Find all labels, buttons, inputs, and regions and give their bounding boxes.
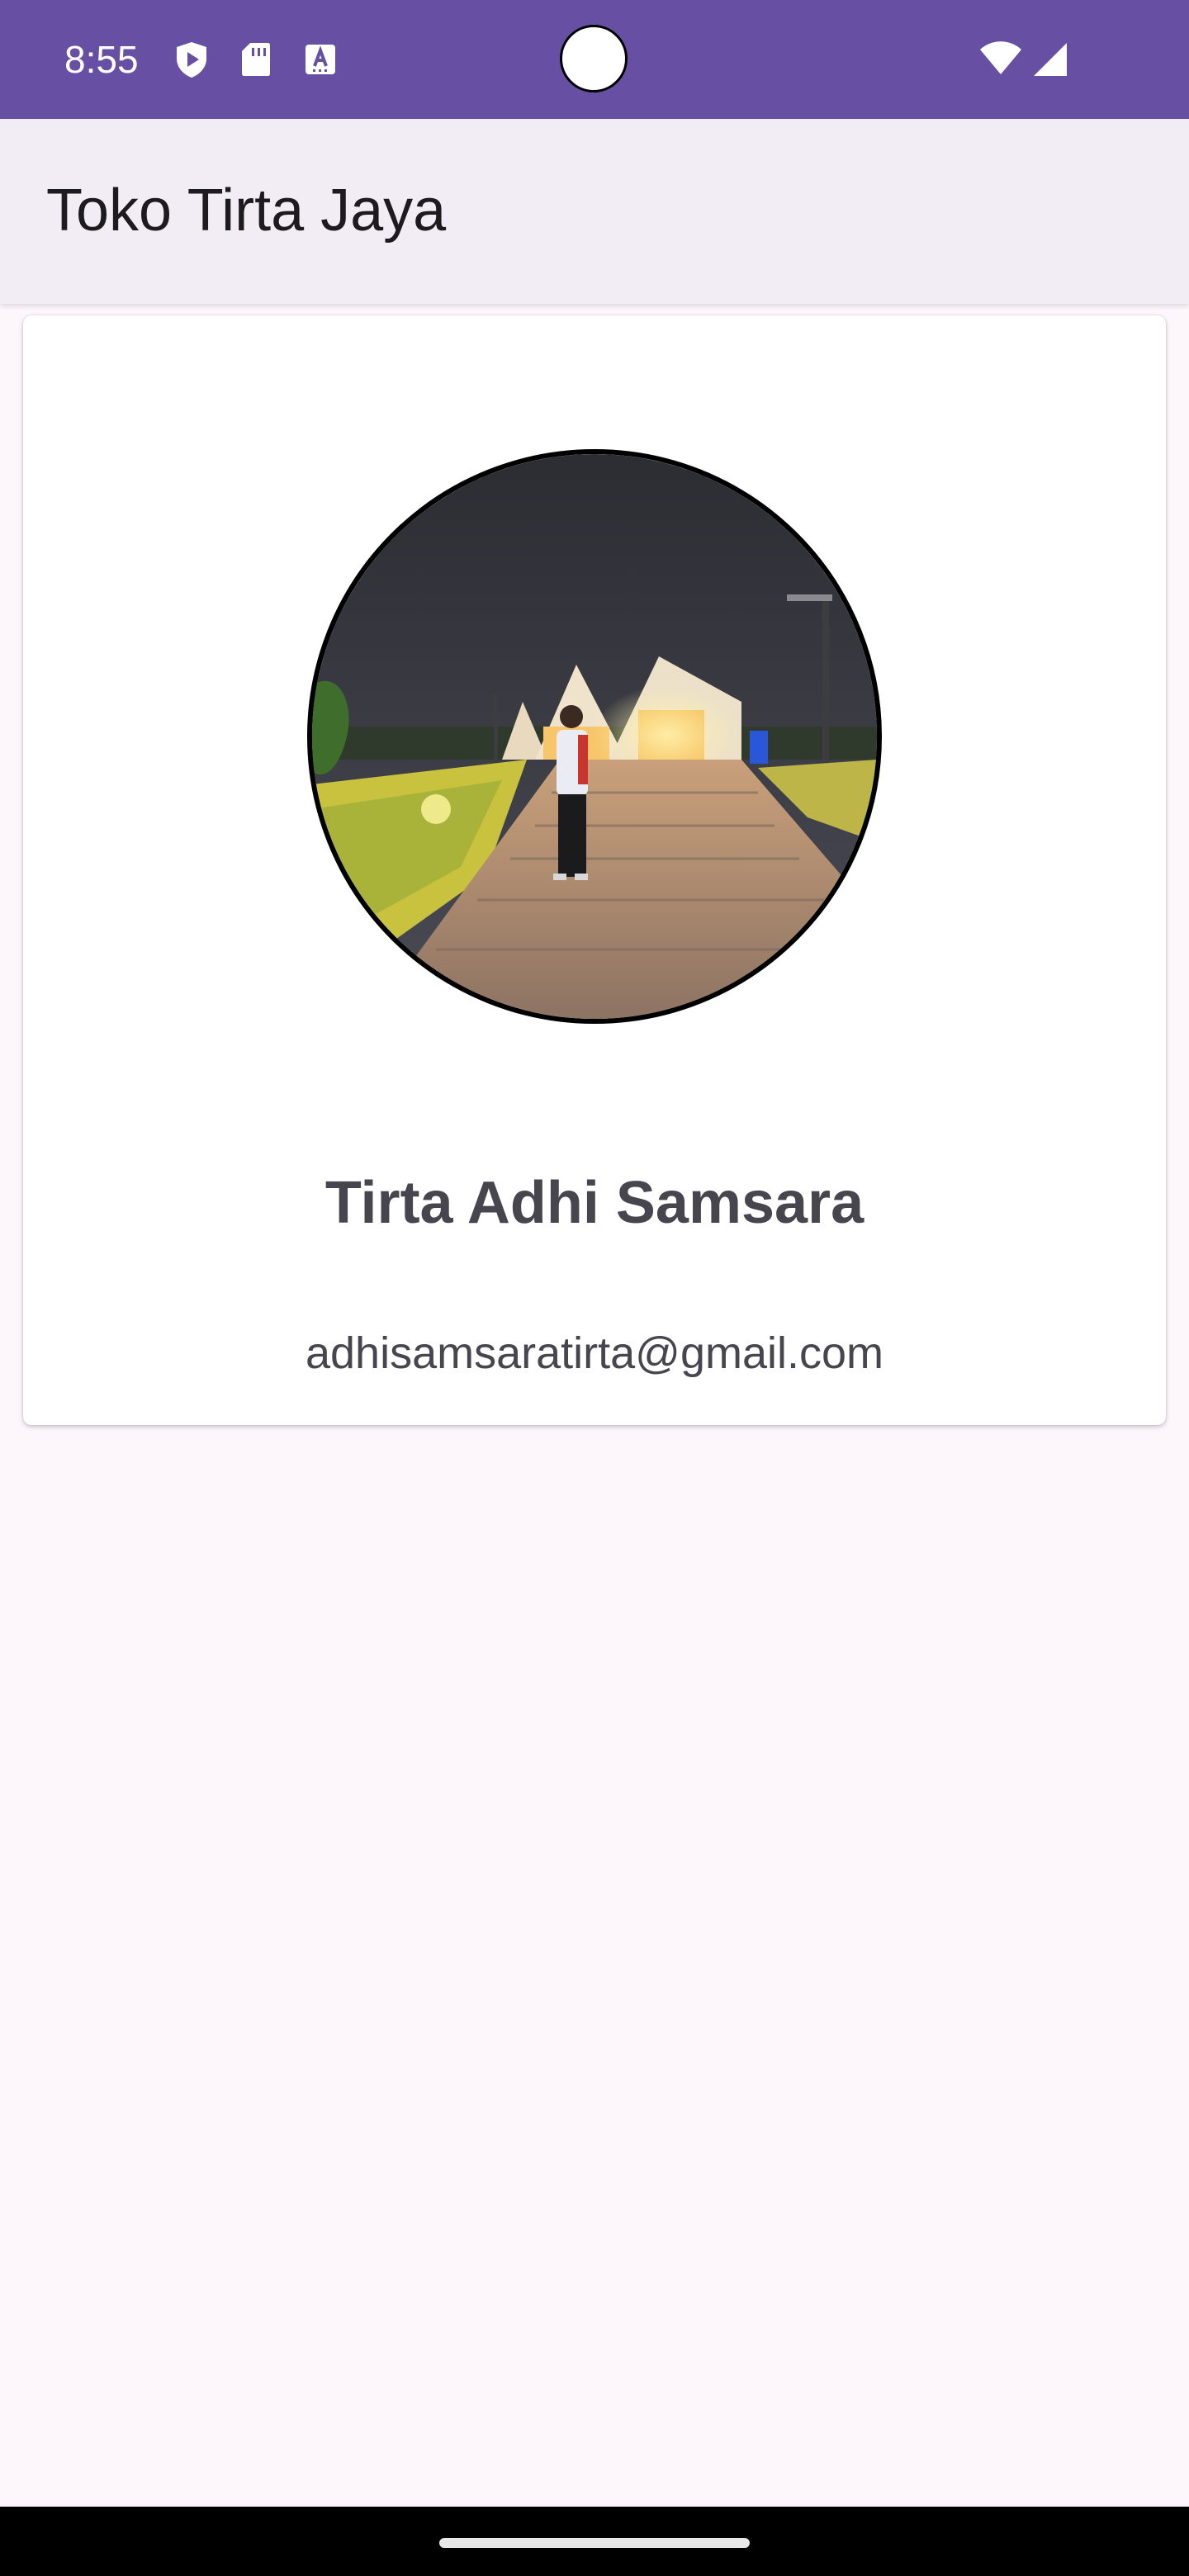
keyboard-a-icon	[301, 40, 340, 79]
profile-photo-illustration	[312, 454, 877, 1019]
camera-cutout	[560, 25, 628, 92]
play-protect-icon	[172, 40, 211, 79]
wifi-icon	[979, 40, 1022, 79]
sd-card-icon	[236, 40, 276, 79]
profile-avatar	[307, 449, 882, 1024]
profile-card: Tirta Adhi Samsara adhisamsaratirta@gmai…	[23, 315, 1166, 1425]
status-time: 8:55	[64, 38, 139, 81]
home-indicator[interactable]	[439, 2538, 750, 2548]
navigation-bar	[0, 2507, 1189, 2576]
profile-name: Tirta Adhi Samsara	[324, 1170, 865, 1236]
app-bar: Toko Tirta Jaya	[0, 119, 1189, 304]
profile-email: adhisamsaratirta@gmail.com	[305, 1328, 884, 1378]
app-title: Toko Tirta Jaya	[46, 178, 447, 244]
status-bar: 8:55	[0, 0, 1189, 119]
signal-icon	[1032, 40, 1072, 79]
